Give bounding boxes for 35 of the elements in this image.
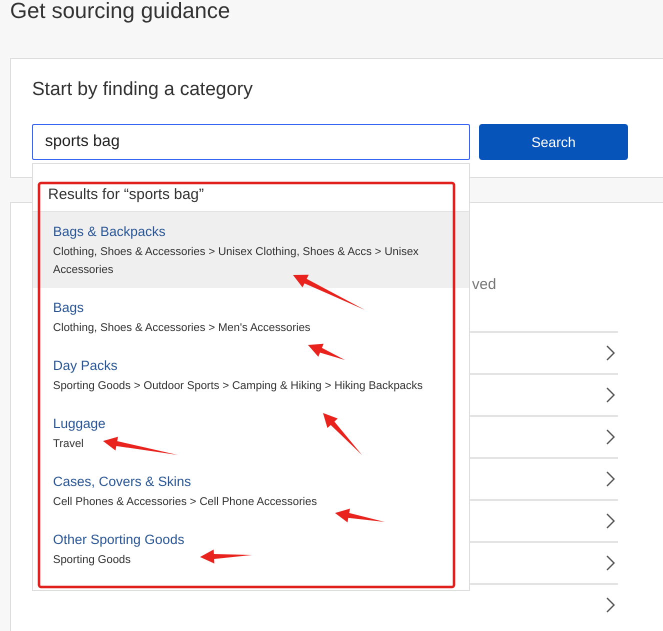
chevron-icon[interactable]: [606, 429, 615, 445]
result-title: Luggage: [53, 415, 106, 433]
chevron-icon[interactable]: [606, 513, 615, 529]
annotation-arrow: [335, 508, 385, 522]
search-button[interactable]: Search: [479, 124, 628, 160]
result-title: Cases, Covers & Skins: [53, 473, 192, 491]
result-title: Bags & Backpacks: [53, 223, 166, 241]
annotation-arrow: [308, 344, 345, 360]
section-text: ved: [472, 276, 498, 295]
result-path: Clothing, Shoes & Accessories > Unisex Clothing, Shoes & Accs > Unisex Accessories: [53, 245, 420, 278]
result-item[interactable]: Cases, Covers & Skins Cell Phones & Accessories > Cell Phone Accessories: [33, 462, 469, 520]
search-field[interactable]: sports bag: [32, 124, 470, 160]
result-item[interactable]: Other Sporting Goods Sporting Goods: [33, 520, 469, 578]
result-title: Other Sporting Goods: [53, 531, 184, 549]
result-item[interactable]: Day Packs Sporting Goods > Outdoor Sports > Camping & Hiking > Hiking Backpacks: [33, 346, 469, 404]
result-item[interactable]: Luggage Travel: [33, 404, 469, 462]
chevron-icon[interactable]: [606, 471, 615, 487]
result-item[interactable]: Bags Clothing, Shoes & Accessories > Men's Accessories: [33, 288, 469, 346]
result-path: Clothing, Shoes & Accessories > Men's Accessories: [53, 321, 310, 336]
result-path: Sporting Goods: [53, 553, 131, 568]
annotation-arrow: [293, 274, 365, 310]
result-title: Bags: [53, 299, 84, 317]
chevron-icon[interactable]: [606, 345, 615, 361]
result-path: Cell Phones & Accessories > Cell Phone Accessories: [53, 495, 317, 510]
page-title: Get sourcing guidance: [9, 0, 232, 25]
card-heading: Start by finding a category: [32, 79, 254, 101]
result-path: Sporting Goods > Outdoor Sports > Camping & Hiking > Hiking Backpacks: [53, 379, 423, 394]
chevron-icon[interactable]: [606, 597, 615, 613]
annotation-arrow: [200, 550, 252, 564]
result-item[interactable]: Bags & Backpacks Clothing, Shoes & Accessories > Unisex Clothing, Shoes & Accs > Unisex Accessories: [33, 212, 469, 288]
annotation-arrow: [323, 413, 362, 455]
chevron-icon[interactable]: [606, 387, 615, 403]
result-title: Day Packs: [53, 357, 118, 375]
result-path: Travel: [53, 437, 84, 452]
chevron-icon[interactable]: [606, 555, 615, 571]
